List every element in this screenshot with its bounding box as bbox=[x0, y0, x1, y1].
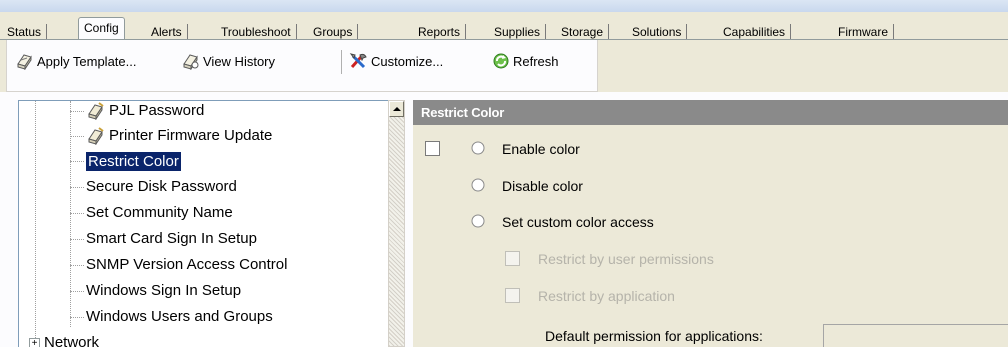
disable-color-radio[interactable] bbox=[471, 178, 485, 192]
custom-color-access-label: Set custom color access bbox=[502, 214, 654, 230]
tree-item-label: SNMP Version Access Control bbox=[86, 256, 288, 273]
restrict-by-user-permissions-checkbox[interactable] bbox=[505, 251, 520, 266]
apply-template-button[interactable]: Apply Template... bbox=[15, 50, 136, 72]
restrict-by-user-permissions-label: Restrict by user permissions bbox=[538, 251, 714, 267]
apply-template-label: Apply Template... bbox=[37, 53, 137, 69]
scroll-up-button[interactable] bbox=[389, 101, 404, 117]
tree-item-label: Set Community Name bbox=[86, 204, 233, 221]
tree-item-network[interactable]: + Network bbox=[29, 333, 99, 347]
toolbar: Apply Template... View History Customize… bbox=[6, 40, 598, 92]
restrict-by-application-checkbox[interactable] bbox=[505, 288, 520, 303]
config-tree[interactable]: PJL Password Printer Firmware Update Res… bbox=[18, 100, 403, 347]
custom-color-access-radio[interactable] bbox=[471, 214, 485, 228]
scroll-up-arrow-icon bbox=[393, 107, 401, 111]
tab-troubleshoot[interactable]: Troubleshoot bbox=[216, 24, 297, 40]
tree-item-label: Restrict Color bbox=[86, 151, 181, 171]
enable-color-label: Enable color bbox=[502, 141, 580, 157]
printer-template-icon bbox=[15, 52, 35, 71]
tab-bar: Status Config Alerts Troubleshoot Groups… bbox=[0, 12, 1008, 40]
tab-config[interactable]: Config bbox=[78, 17, 125, 40]
tree-item-label: Windows Sign In Setup bbox=[86, 282, 242, 299]
default-permission-dropdown[interactable] bbox=[823, 324, 1008, 347]
tree-item-set-community-name[interactable]: Set Community Name bbox=[70, 203, 233, 223]
tree-item-smart-card-sign-in-setup[interactable]: Smart Card Sign In Setup bbox=[70, 229, 257, 249]
refresh-icon bbox=[491, 52, 511, 70]
tree-item-label: Windows Users and Groups bbox=[86, 308, 273, 325]
refresh-label: Refresh bbox=[513, 53, 559, 69]
expand-icon[interactable]: + bbox=[29, 337, 40, 347]
tree-item-windows-users-and-groups[interactable]: Windows Users and Groups bbox=[70, 307, 273, 327]
tab-alerts[interactable]: Alerts bbox=[146, 24, 188, 40]
tree-item-label: Secure Disk Password bbox=[86, 178, 237, 195]
tree-item-label: Network bbox=[44, 334, 100, 347]
tab-status[interactable]: Status bbox=[2, 24, 48, 40]
restrict-by-application-label: Restrict by application bbox=[538, 288, 675, 304]
tree-item-printer-firmware-update[interactable]: Printer Firmware Update bbox=[70, 126, 272, 146]
tab-capabilities[interactable]: Capabilities bbox=[718, 24, 792, 40]
tree-item-restrict-color[interactable]: Restrict Color bbox=[70, 151, 181, 171]
customize-label: Customize... bbox=[371, 53, 444, 69]
enable-setting-checkbox[interactable] bbox=[425, 141, 440, 156]
refresh-button[interactable]: Refresh bbox=[491, 50, 559, 72]
tree-item-secure-disk-password[interactable]: Secure Disk Password bbox=[70, 177, 237, 197]
tab-storage[interactable]: Storage bbox=[556, 24, 610, 40]
restrict-color-panel: Restrict Color Enable color Disable colo… bbox=[413, 100, 1008, 347]
tools-icon bbox=[349, 52, 369, 70]
tree-item-label: PJL Password bbox=[109, 102, 205, 119]
tree-item-snmp-version-access-control[interactable]: SNMP Version Access Control bbox=[70, 255, 287, 275]
tab-reports[interactable]: Reports bbox=[413, 24, 467, 40]
window-top-band bbox=[0, 0, 1008, 12]
printer-history-icon bbox=[181, 52, 201, 71]
tab-solutions[interactable]: Solutions bbox=[627, 24, 688, 40]
tree-scrollbar[interactable] bbox=[388, 100, 405, 347]
default-permission-label: Default permission for applications: bbox=[545, 328, 763, 344]
tab-groups[interactable]: Groups bbox=[308, 24, 359, 40]
tree-item-label: Smart Card Sign In Setup bbox=[86, 230, 257, 247]
printer-config-icon bbox=[86, 102, 106, 121]
printer-config-icon bbox=[86, 127, 106, 146]
tab-firmware[interactable]: Firmware bbox=[833, 24, 894, 40]
tree-guide-line bbox=[35, 101, 36, 347]
view-history-label: View History bbox=[203, 53, 276, 69]
tree-item-pjl-password[interactable]: PJL Password bbox=[70, 101, 204, 121]
view-history-button[interactable]: View History bbox=[181, 50, 275, 72]
panel-title: Restrict Color bbox=[413, 100, 1008, 125]
customize-button[interactable]: Customize... bbox=[349, 50, 443, 72]
toolbar-separator bbox=[341, 50, 342, 74]
tree-item-label: Printer Firmware Update bbox=[109, 127, 273, 144]
tree-item-windows-sign-in-setup[interactable]: Windows Sign In Setup bbox=[70, 281, 241, 301]
disable-color-label: Disable color bbox=[502, 178, 583, 194]
enable-color-radio[interactable] bbox=[471, 141, 485, 155]
tab-supplies[interactable]: Supplies bbox=[489, 24, 547, 40]
